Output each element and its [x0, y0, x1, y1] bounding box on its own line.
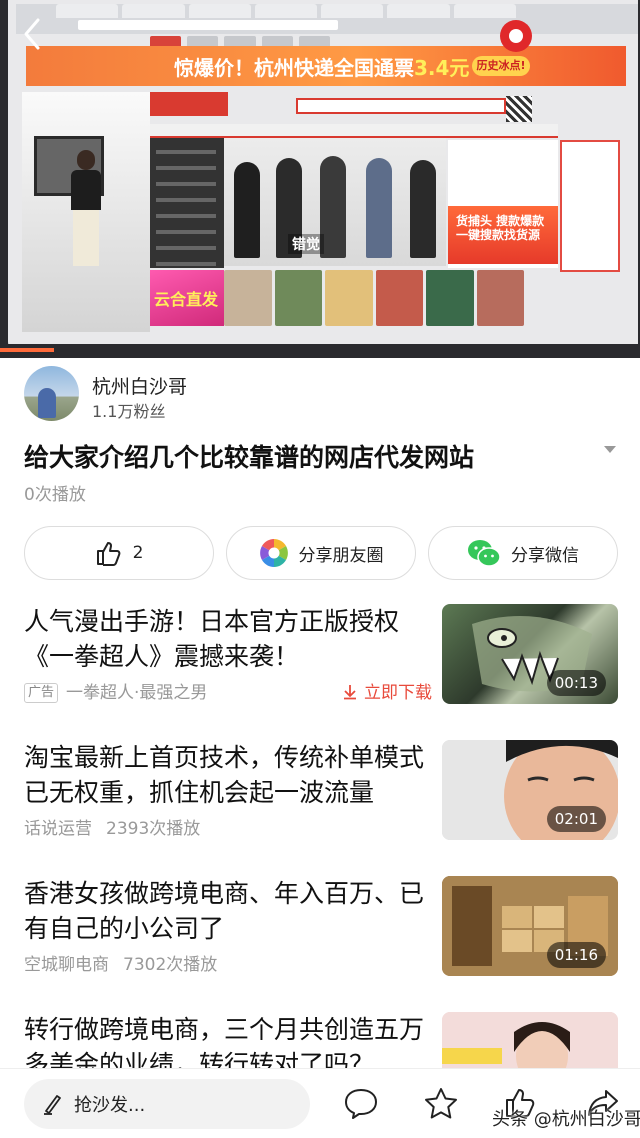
share-wechat-label: 分享微信 — [511, 545, 579, 566]
site-nav-bar — [148, 124, 558, 138]
record-badge-icon — [500, 20, 532, 52]
feed-item-meta: 话说运营 2393次播放 — [24, 814, 200, 839]
video-player[interactable]: 惊爆价！杭州快递全国通票3.4元 历史冰点! 云合直发 错觉 货捕头 搜款爆款 … — [0, 0, 640, 358]
comment-input[interactable]: 抢沙发... — [24, 1079, 310, 1129]
wechat-icon — [468, 540, 501, 567]
thumbs-up-icon — [96, 542, 120, 566]
video-progress-bar[interactable] — [0, 344, 640, 358]
promo-banner: 惊爆价！杭州快递全国通票3.4元 历史冰点! — [26, 46, 626, 86]
feed-item[interactable]: 转行做跨境电商，三个月共创造五万多美金的业绩，转行转对了吗？ — [24, 1012, 618, 1068]
ad-tag: 广告 — [24, 683, 59, 703]
feed-item[interactable]: 淘宝最新上首页技术，传统补单模式已无权重，抓住机会起一波流量 话说运营 2393次… — [24, 740, 618, 840]
browser-address-bar — [78, 20, 338, 30]
category-banner: 云合直发 — [148, 270, 224, 326]
watermark: 头条 @杭州白沙哥 — [492, 1109, 640, 1130]
fashion-banner: 错觉 — [224, 138, 446, 266]
feed-item-title[interactable]: 人气漫出手游！日本官方正版授权《一拳超人》震撼来袭！ — [24, 604, 434, 674]
comment-icon[interactable] — [344, 1087, 378, 1119]
duration-badge: 02:01 — [546, 806, 606, 832]
feed-item-meta: 广告 一拳超人·最强之男 — [24, 678, 207, 703]
feed-item-source: 一拳超人·最强之男 — [66, 683, 208, 703]
customer-service-panel — [560, 140, 620, 272]
woman-portrait-art — [442, 1012, 618, 1068]
category-menu — [148, 138, 224, 268]
feed-item-plays: 7302次播放 — [123, 955, 218, 975]
feed-item[interactable]: 香港女孩做跨境电商、年入百万、已有自己的小公司了 空城聊电商 7302次播放 01… — [24, 876, 618, 976]
bottom-bar: 抢沙发... 头条 @杭州白沙哥 — [0, 1068, 640, 1138]
feed-item-source: 空城聊电商 — [24, 955, 109, 975]
share-wechat-button[interactable]: 分享微信 — [428, 526, 618, 580]
feed-thumbnail[interactable] — [442, 1012, 618, 1068]
moments-icon — [259, 539, 288, 567]
author-info[interactable]: 杭州白沙哥 1.1万粉丝 — [24, 366, 616, 424]
feed-thumbnail[interactable]: 02:01 — [442, 740, 618, 840]
feed-item[interactable]: 人气漫出手游！日本官方正版授权《一拳超人》震撼来袭！ 广告 一拳超人·最强之男 立… — [24, 604, 618, 704]
feed-thumbnail[interactable]: 00:13 — [442, 604, 618, 704]
download-link[interactable]: 立即下载 — [342, 678, 432, 703]
comment-placeholder: 抢沙发... — [74, 1095, 146, 1116]
video-title: 给大家介绍几个比较靠谱的网店代发网站 — [24, 443, 475, 472]
qr-code — [506, 96, 532, 122]
author-fans: 1.1万粉丝 — [92, 402, 166, 421]
promo-text: 惊爆价！杭州快递全国通票 — [174, 56, 414, 80]
feed-item-meta: 空城聊电商 7302次播放 — [24, 950, 217, 975]
feed-item-title[interactable]: 淘宝最新上首页技术，传统补单模式已无权重，抓住机会起一波流量 — [24, 740, 434, 810]
duration-badge: 01:16 — [546, 942, 606, 968]
download-icon — [344, 685, 356, 700]
share-moments-button[interactable]: 分享朋友圈 — [226, 526, 416, 580]
feed-item-title[interactable]: 转行做跨境电商，三个月共创造五万多美金的业绩，转行转对了吗？ — [24, 1012, 434, 1068]
feed-item-plays: 2393次播放 — [106, 819, 201, 839]
expand-caret-icon[interactable] — [604, 446, 616, 453]
like-count: 2 — [132, 543, 144, 563]
like-button[interactable]: 2 — [24, 526, 214, 580]
play-count: 0次播放 — [24, 485, 86, 505]
feed-thumbnail[interactable]: 01:16 — [442, 876, 618, 976]
back-arrow-icon[interactable] — [18, 16, 48, 52]
banner-caption: 错觉 — [288, 234, 324, 254]
feed-item-title[interactable]: 香港女孩做跨境电商、年入百万、已有自己的小公司了 — [24, 876, 434, 946]
avatar[interactable] — [24, 366, 79, 421]
promo-price: 3.4元 — [414, 56, 470, 80]
star-icon[interactable] — [424, 1087, 458, 1119]
product-thumbnails — [224, 270, 524, 326]
site-search-box — [296, 98, 506, 114]
side-ad-text: 货捕头 搜款爆款 一键搜款找货源 — [456, 214, 545, 242]
browser-tabs — [56, 4, 516, 18]
share-moments-label: 分享朋友圈 — [298, 545, 384, 566]
model-figure — [66, 150, 106, 270]
side-ad: 货捕头 搜款爆款 一键搜款找货源 — [448, 206, 558, 264]
pencil-icon — [44, 1095, 61, 1115]
site-logo — [148, 92, 228, 116]
promo-tag: 历史冰点! — [472, 56, 530, 76]
author-name[interactable]: 杭州白沙哥 — [92, 372, 187, 399]
category-banner-text: 云合直发 — [154, 290, 219, 309]
duration-badge: 00:13 — [546, 670, 606, 696]
download-label: 立即下载 — [364, 683, 432, 703]
feed-item-source: 话说运营 — [24, 819, 92, 839]
